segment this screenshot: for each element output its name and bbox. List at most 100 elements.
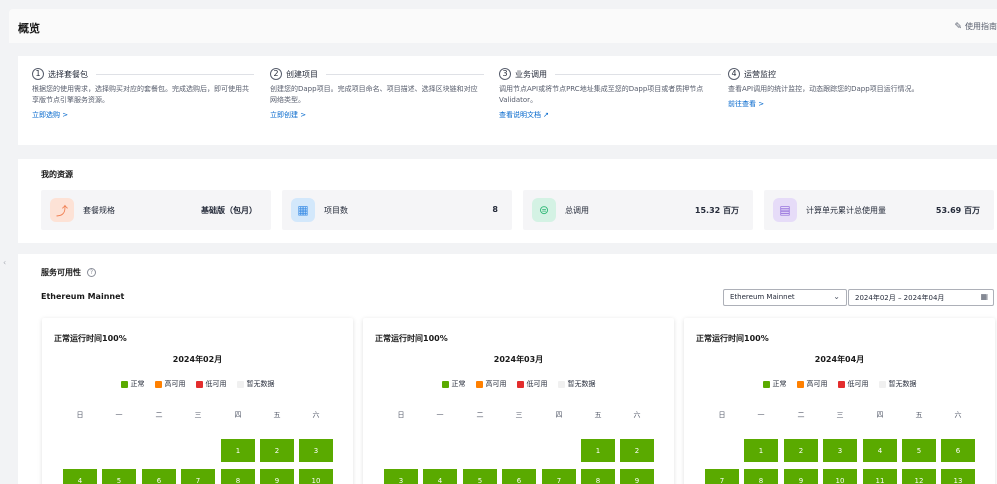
uptime-label: 正常运行时间100%: [375, 334, 448, 343]
overview-page: 概览 ✎ 使用指南 1 选择套餐包 根据您的使用需求，选择购买对应的套餐包。完成…: [9, 9, 997, 484]
usage-guide-link[interactable]: ✎ 使用指南: [954, 21, 997, 32]
package-icon: ⤴: [50, 198, 74, 222]
resource-label: 套餐规格: [83, 206, 115, 215]
step-number: 4: [728, 68, 740, 80]
uptime-label: 正常运行时间100%: [54, 334, 127, 343]
my-resources-card: 我的资源 ⤴ 套餐规格 基础版（包月） ▦ 项目数 8 ⊜ 总调用 15.32 …: [18, 159, 997, 243]
calendar-day[interactable]: 1: [221, 439, 255, 462]
month-title: 2024年02月: [172, 355, 223, 364]
collapse-handle-icon[interactable]: ‹: [3, 258, 6, 267]
buy-now-link[interactable]: 立即选购 >: [32, 110, 254, 120]
weekday-label: 日: [76, 411, 84, 419]
step-title: 选择套餐包: [48, 69, 88, 79]
chevron-down-icon: ⌄: [833, 292, 840, 301]
legend-swatch: [762, 380, 770, 388]
calendar-day[interactable]: 7: [705, 469, 739, 484]
calendar-day[interactable]: 5: [463, 469, 497, 484]
legend-label: 正常: [772, 380, 787, 388]
resource-package-spec: ⤴ 套餐规格 基础版（包月）: [41, 190, 271, 230]
go-view-label: 前往查看 >: [728, 100, 765, 108]
weekday-label: 四: [555, 411, 563, 419]
calendar-day[interactable]: 4: [423, 469, 457, 484]
calendar-day[interactable]: 2: [620, 439, 654, 462]
calendar-day[interactable]: 7: [542, 469, 576, 484]
calendar-day[interactable]: 6: [502, 469, 536, 484]
weekday-label: 四: [234, 411, 242, 419]
calendar-day[interactable]: 3: [384, 469, 418, 484]
weekday-label: 二: [797, 411, 805, 419]
calendar-day[interactable]: 2: [260, 439, 294, 462]
weekday-label: 六: [633, 411, 641, 419]
calendar-day[interactable]: 13: [941, 469, 975, 484]
legend-label: 正常: [451, 380, 466, 388]
legend-swatch: [236, 380, 244, 388]
calendar-day[interactable]: 1: [744, 439, 778, 462]
legend-swatch: [120, 380, 128, 388]
availability-title-row: 服务可用性 ?: [41, 267, 96, 278]
network-select[interactable]: Ethereum Mainnet ⌄: [723, 289, 847, 306]
calendar-day[interactable]: 6: [142, 469, 176, 484]
calendar-day[interactable]: 10: [823, 469, 857, 484]
resource-value: 8: [492, 205, 498, 214]
calendar-day[interactable]: 2: [784, 439, 818, 462]
legend-swatch: [154, 380, 162, 388]
calendar-day[interactable]: 6: [941, 439, 975, 462]
weekday-label: 一: [115, 411, 123, 419]
calendar-day[interactable]: 5: [902, 439, 936, 462]
calendar-day[interactable]: 7: [181, 469, 215, 484]
external-link-icon: ↗: [543, 111, 549, 119]
step-4: 4 运营监控 查看API调用的统计监控，动态跟踪您的Dapp项目运行情况。 前往…: [728, 68, 978, 109]
legend-item: 低可用: [837, 379, 869, 389]
step-title: 创建项目: [286, 69, 318, 79]
view-docs-link[interactable]: 查看说明文档 ↗: [499, 110, 721, 120]
calendar-day[interactable]: 3: [299, 439, 333, 462]
legend-item: 暂无数据: [878, 379, 917, 389]
calendar-day[interactable]: 8: [744, 469, 778, 484]
month-calendar-3: 正常运行时间100% 2024年04月 正常 高可用 低可用 暂无数据日一二三四五六 1 2 3…: [684, 318, 995, 484]
resource-label: 计算单元累计总使用量: [806, 206, 886, 215]
calendar-day[interactable]: 1: [581, 439, 615, 462]
calendar-day[interactable]: 8: [221, 469, 255, 484]
calendar-day[interactable]: 3: [823, 439, 857, 462]
month-title: 2024年04月: [814, 355, 865, 364]
clipboard-icon: ▤: [773, 198, 797, 222]
calendar-day[interactable]: 4: [63, 469, 97, 484]
legend-label: 低可用: [526, 380, 548, 388]
go-view-link[interactable]: 前往查看 >: [728, 99, 978, 109]
weekday-label: 三: [515, 411, 523, 419]
step-title: 业务调用: [515, 69, 547, 79]
calendar-day[interactable]: 9: [784, 469, 818, 484]
date-range-picker[interactable]: 2024年02月 – 2024年04月 ▦: [848, 289, 994, 306]
calendar-day[interactable]: 9: [620, 469, 654, 484]
calendar-day[interactable]: 8: [581, 469, 615, 484]
month-calendar-1: 正常运行时间100% 2024年02月 正常 高可用 低可用 暂无数据日 一 二 三 四 五 六 1 2 3…: [42, 318, 353, 484]
step-number: 2: [270, 68, 282, 80]
resource-value: 15.32 百万: [694, 206, 739, 215]
legend-label: 暂无数据: [246, 380, 275, 388]
legend-item: 暂无数据: [557, 379, 596, 389]
calendar-day[interactable]: 5: [102, 469, 136, 484]
legend-label: 高可用: [806, 380, 828, 388]
calendar-day[interactable]: 9: [260, 469, 294, 484]
calendar-day[interactable]: 12: [902, 469, 936, 484]
availability-legend: 正常 高可用 低可用 暂无数据: [363, 379, 674, 389]
help-icon[interactable]: ?: [87, 268, 96, 277]
resource-value: 基础版（包月）: [201, 206, 257, 215]
legend-item: 正常: [120, 379, 145, 389]
network-label: Ethereum Mainnet: [41, 292, 125, 301]
service-availability-card: 服务可用性 ? Ethereum Mainnet Ethereum Mainne…: [18, 254, 997, 484]
legend-item: 暂无数据: [236, 379, 275, 389]
create-now-link[interactable]: 立即创建 >: [270, 110, 484, 120]
legend-label: 正常: [130, 380, 145, 388]
calendar-day[interactable]: 10: [299, 469, 333, 484]
legend-label: 暂无数据: [567, 380, 596, 388]
calendar-day[interactable]: 11: [863, 469, 897, 484]
legend-swatch: [516, 380, 524, 388]
legend-item: 低可用: [195, 379, 227, 389]
calendar-day[interactable]: 4: [863, 439, 897, 462]
date-range-value: 2024年02月 – 2024年04月: [855, 294, 945, 302]
resource-project-count: ▦ 项目数 8: [282, 190, 512, 230]
legend-swatch: [796, 380, 804, 388]
page-header: 概览 ✎ 使用指南: [9, 9, 997, 43]
resource-value: 53.69 百万: [935, 206, 980, 215]
